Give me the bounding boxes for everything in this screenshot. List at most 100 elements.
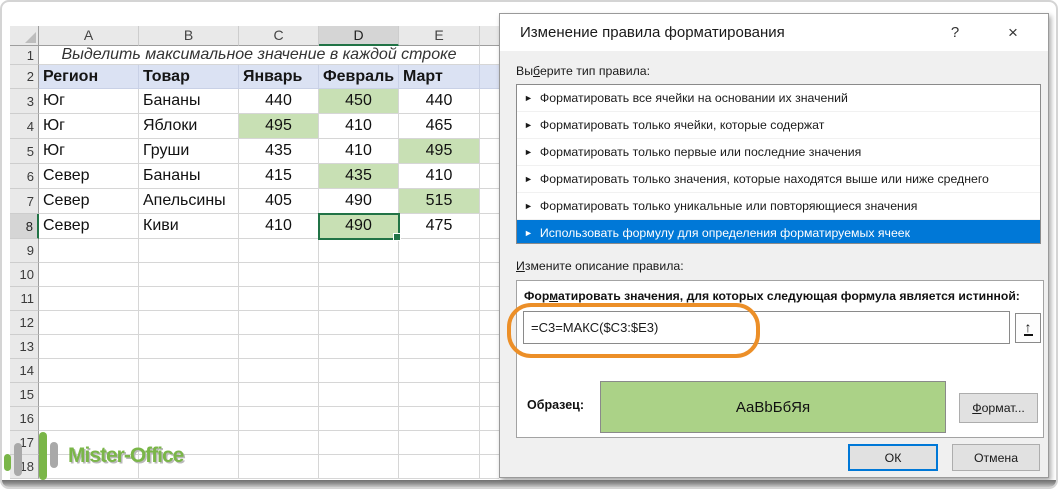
sheet-title-cell[interactable]: Выделить максимальное значение в каждой … [39,46,480,65]
row-header-1[interactable]: 1 [10,46,39,65]
cell-D2[interactable]: Февраль [319,65,399,89]
cell-C4[interactable]: 495 [239,114,319,139]
row-header-10[interactable]: 10 [10,263,39,287]
cell-A15[interactable] [39,383,139,407]
cell-B4[interactable]: Яблоки [139,114,239,139]
cell-A10[interactable] [39,263,139,287]
cell-F5[interactable] [480,139,499,164]
cell-C12[interactable] [239,311,319,335]
rule-type-option-4[interactable]: ►Форматировать только значения, которые … [517,166,1040,193]
column-header-B[interactable]: B [139,26,239,46]
column-header-C[interactable]: C [239,26,319,46]
cell-C6[interactable]: 415 [239,164,319,189]
cell-B6[interactable]: Бананы [139,164,239,189]
cell-A12[interactable] [39,311,139,335]
cell-F9[interactable] [480,239,499,263]
cell-F13[interactable] [480,335,499,359]
rule-type-option-1[interactable]: ►Форматировать все ячейки на основании и… [517,85,1040,112]
cell-D17[interactable] [319,431,399,455]
cell-B2[interactable]: Товар [139,65,239,89]
cell-A5[interactable]: Юг [39,139,139,164]
cell-B11[interactable] [139,287,239,311]
cell-B14[interactable] [139,359,239,383]
cell-A3[interactable]: Юг [39,89,139,114]
cell-C18[interactable] [239,455,319,479]
cell-B10[interactable] [139,263,239,287]
cell-D9[interactable] [319,239,399,263]
row-header-11[interactable]: 11 [10,287,39,311]
cell-E4[interactable]: 465 [399,114,480,139]
rule-type-option-5[interactable]: ►Форматировать только уникальные или пов… [517,193,1040,220]
row-header-9[interactable]: 9 [10,239,39,263]
cell-C13[interactable] [239,335,319,359]
cell-C17[interactable] [239,431,319,455]
cell-F6[interactable] [480,164,499,189]
column-header-D[interactable]: D [319,26,399,46]
cell-F14[interactable] [480,359,499,383]
cell-B5[interactable]: Груши [139,139,239,164]
cell-E8[interactable]: 475 [399,214,480,239]
cell-A14[interactable] [39,359,139,383]
cell-D18[interactable] [319,455,399,479]
cell-E18[interactable] [399,455,480,479]
cell-C11[interactable] [239,287,319,311]
cell-C3[interactable]: 440 [239,89,319,114]
cell-A4[interactable]: Юг [39,114,139,139]
cancel-button[interactable]: Отмена [952,444,1040,471]
cell-A11[interactable] [39,287,139,311]
cell-D5[interactable]: 410 [319,139,399,164]
cell-C5[interactable]: 435 [239,139,319,164]
row-header-13[interactable]: 13 [10,335,39,359]
cell-E11[interactable] [399,287,480,311]
cell-F4[interactable] [480,114,499,139]
row-header-5[interactable]: 5 [10,139,39,164]
cell-D3[interactable]: 450 [319,89,399,114]
cell-E3[interactable]: 440 [399,89,480,114]
row-header-2[interactable]: 2 [10,65,39,89]
cell-B7[interactable]: Апельсины [139,189,239,214]
cell-E12[interactable] [399,311,480,335]
cell-D7[interactable]: 490 [319,189,399,214]
column-header-A[interactable]: A [39,26,139,46]
cell-E16[interactable] [399,407,480,431]
ok-button[interactable]: ОК [848,444,938,471]
cell-B15[interactable] [139,383,239,407]
cell-F17[interactable] [480,431,499,455]
cell-C10[interactable] [239,263,319,287]
cell-C9[interactable] [239,239,319,263]
cell-D12[interactable] [319,311,399,335]
cell-F15[interactable] [480,383,499,407]
cell-A6[interactable]: Север [39,164,139,189]
cell-D10[interactable] [319,263,399,287]
row-header-4[interactable]: 4 [10,114,39,139]
cell-F16[interactable] [480,407,499,431]
cell-F7[interactable] [480,189,499,214]
cell-B13[interactable] [139,335,239,359]
select-all-corner[interactable] [10,26,39,46]
cell-B8[interactable]: Киви [139,214,239,239]
cell-D8[interactable]: 490 [319,214,399,239]
cell-C8[interactable]: 410 [239,214,319,239]
cell-D13[interactable] [319,335,399,359]
cell-E15[interactable] [399,383,480,407]
row-header-6[interactable]: 6 [10,164,39,189]
cell-F11[interactable] [480,287,499,311]
row-header-7[interactable]: 7 [10,189,39,214]
cell-E9[interactable] [399,239,480,263]
cell-C16[interactable] [239,407,319,431]
cell-C7[interactable]: 405 [239,189,319,214]
row-header-8[interactable]: 8 [10,214,39,239]
cell-F3[interactable] [480,89,499,114]
cell-E7[interactable]: 515 [399,189,480,214]
help-icon[interactable]: ? [940,14,970,51]
cell-C2[interactable]: Январь [239,65,319,89]
cell-A9[interactable] [39,239,139,263]
cell-D11[interactable] [319,287,399,311]
cell-C15[interactable] [239,383,319,407]
rule-type-option-6[interactable]: ►Использовать формулу для определения фо… [517,220,1040,244]
cell-B9[interactable] [139,239,239,263]
cell-E10[interactable] [399,263,480,287]
cell-E5[interactable]: 495 [399,139,480,164]
rule-type-option-3[interactable]: ►Форматировать только первые или последн… [517,139,1040,166]
row-header-14[interactable]: 14 [10,359,39,383]
